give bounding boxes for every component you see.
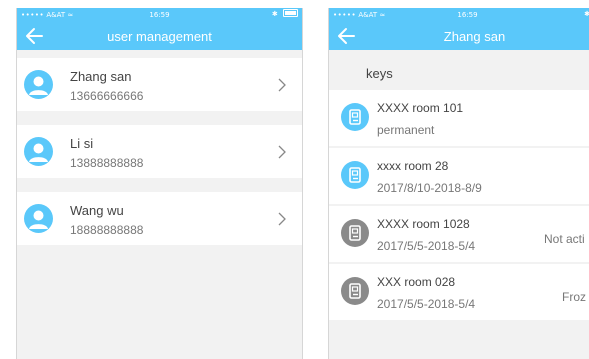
key-validity: 2017/5/5-2018-5/4: [377, 297, 476, 311]
user-avatar-icon: [24, 137, 53, 166]
user-phone: 13888888888: [70, 156, 144, 170]
user-name: Wang wu: [70, 203, 124, 218]
keys-section-header: keys: [329, 52, 589, 90]
key-room-name: XXXX room 1028: [377, 217, 470, 231]
key-row[interactable]: XXXX room 1028 2017/5/5-2018-5/4 Not act…: [329, 206, 589, 262]
chevron-right-icon: [278, 212, 286, 226]
status-time: 16:59: [457, 11, 478, 19]
key-validity: 2017/8/10-2018-8/9: [377, 181, 482, 195]
key-validity: permanent: [377, 123, 435, 137]
user-name: Zhang san: [70, 69, 132, 84]
key-row[interactable]: XXX room 028 2017/5/5-2018-5/4 Froz: [329, 264, 589, 320]
user-row-wang-wu[interactable]: Wang wu 18888888888: [17, 192, 302, 245]
user-management-screen: ••••• A&AT ≈ 16:59 ✱ user management Zha…: [16, 8, 303, 359]
key-room-name: XXX room 028: [377, 275, 456, 289]
door-key-icon: [341, 161, 369, 189]
key-status: Not acti: [544, 232, 585, 246]
key-room-name: xxxx room 28: [377, 159, 449, 173]
user-avatar-icon: [24, 204, 53, 233]
key-status: Froz: [562, 290, 586, 304]
door-key-icon: [341, 277, 369, 305]
bluetooth-icon: ✱: [271, 10, 278, 18]
status-time: 16:59: [149, 11, 170, 19]
user-row-zhang-san[interactable]: Zhang san 13666666666: [17, 58, 302, 111]
chevron-right-icon: [278, 145, 286, 159]
user-keys-screen: ••••• A&AT ≈ 16:59 ✱ Zhang san keys XXXX…: [328, 8, 589, 359]
key-row[interactable]: xxxx room 28 2017/8/10-2018-8/9: [329, 148, 589, 204]
page-title: user management: [107, 29, 212, 44]
page-title: Zhang san: [443, 29, 506, 44]
key-row[interactable]: XXXX room 101 permanent: [329, 90, 589, 146]
user-phone: 18888888888: [70, 223, 144, 237]
user-name: Li si: [70, 136, 94, 151]
door-key-icon: [341, 103, 369, 131]
key-room-name: XXXX room 101: [377, 101, 464, 115]
keys-label: keys: [366, 66, 393, 81]
bluetooth-icon: ✱: [584, 10, 589, 18]
nav-bar: Zhang san: [329, 22, 589, 50]
user-avatar-icon: [24, 70, 53, 99]
chevron-right-icon: [278, 78, 286, 92]
user-phone: 13666666666: [70, 89, 144, 103]
user-row-li-si[interactable]: Li si 13888888888: [17, 125, 302, 178]
key-validity: 2017/5/5-2018-5/4: [377, 239, 476, 253]
nav-bar: user management: [17, 22, 302, 50]
status-bar: ••••• A&AT ≈ 16:59 ✱: [329, 8, 589, 22]
door-key-icon: [341, 219, 369, 247]
status-bar: ••••• A&AT ≈ 16:59 ✱: [17, 8, 302, 22]
battery-icon: [283, 9, 298, 17]
